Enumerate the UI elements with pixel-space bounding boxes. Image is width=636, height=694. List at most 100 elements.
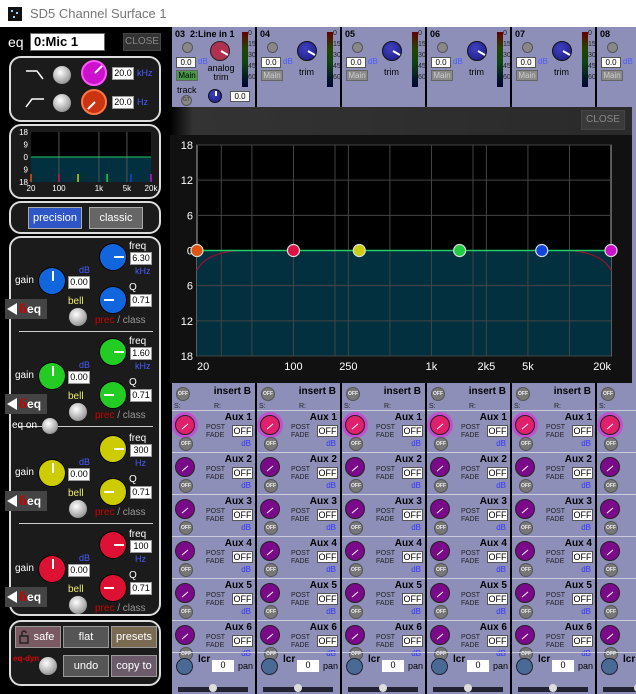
pan-slider[interactable] [518,684,588,692]
band-type-toggle[interactable] [69,596,87,614]
aux-off-button[interactable]: OFF [349,521,363,535]
aux-send-value[interactable]: OFF [317,635,338,647]
aux-off-button[interactable]: OFF [519,605,533,619]
post-fade-button[interactable]: POST FADE [291,508,310,524]
aux-off-button[interactable]: OFF [349,605,363,619]
aux-send-value[interactable]: OFF [317,551,338,563]
eq-dyn-toggle[interactable] [39,657,57,675]
aux-send-knob[interactable] [515,583,535,603]
aux-send-knob[interactable] [430,625,450,645]
aux-send-value[interactable]: OFF [317,593,338,605]
aux-send-value[interactable]: OFF [232,425,253,437]
trim-knob[interactable] [297,41,317,61]
post-fade-button[interactable]: POST FADE [461,634,480,650]
aux-off-button[interactable]: OFF [604,605,618,619]
gain-value[interactable]: 0.00 [68,564,90,577]
insert-off-button[interactable]: OFF [176,387,190,401]
phase-button[interactable] [352,42,363,53]
post-fade-button[interactable]: POST FADE [206,592,225,608]
precision-button[interactable]: precision [28,207,82,229]
gain-value[interactable]: 0.00 [68,276,90,289]
aux-send-knob[interactable] [260,625,280,645]
gain-knob[interactable] [39,460,65,486]
post-fade-button[interactable]: POST FADE [546,424,565,440]
pan-knob[interactable] [346,658,363,675]
post-fade-button[interactable]: POST FADE [461,550,480,566]
aux-send-value[interactable]: OFF [402,425,423,437]
lpf-freq-knob[interactable] [81,60,107,86]
aux-send-knob[interactable] [175,583,195,603]
aux-off-button[interactable]: OFF [604,521,618,535]
prec-class-toggle[interactable]: prec / class [95,507,146,518]
aux-send-value[interactable]: OFF [232,635,253,647]
aux-off-button[interactable]: OFF [604,563,618,577]
band-type-toggle[interactable] [69,308,87,326]
aux-send-value[interactable]: OFF [572,509,593,521]
presets-button[interactable]: presets [111,626,157,648]
q-value[interactable]: 0.71 [130,294,152,307]
aux-send-knob[interactable] [345,457,365,477]
aux-send-knob[interactable] [260,415,280,435]
aux-send-knob[interactable] [175,541,195,561]
pan-knob[interactable] [176,658,193,675]
aux-send-knob[interactable] [515,541,535,561]
band-type-toggle[interactable] [69,500,87,518]
aux-send-value[interactable]: OFF [402,551,423,563]
aux-send-value[interactable]: OFF [487,509,508,521]
aux-off-button[interactable]: OFF [179,437,193,451]
prec-class-toggle[interactable]: prec / class [95,410,146,421]
post-fade-button[interactable]: POST FADE [546,466,565,482]
aux-send-value[interactable]: OFF [572,551,593,563]
prec-class-toggle[interactable]: prec / class [95,603,146,614]
trim-knob[interactable] [552,41,572,61]
aux-send-knob[interactable] [515,499,535,519]
gain-value[interactable]: 0.0 [261,57,281,68]
band-point-band-3[interactable] [352,243,366,258]
post-fade-button[interactable]: POST FADE [461,466,480,482]
q-value[interactable]: 0.71 [130,582,152,595]
aux-send-knob[interactable] [600,625,620,645]
aux-off-button[interactable]: OFF [434,605,448,619]
pan-slider[interactable] [178,684,248,692]
aux-send-value[interactable]: OFF [402,467,423,479]
trim-value[interactable]: 0.0 [230,91,250,102]
q-knob[interactable] [100,575,126,601]
aux-send-knob[interactable] [260,583,280,603]
aux-off-button[interactable]: OFF [519,479,533,493]
pan-knob[interactable] [431,658,448,675]
post-fade-button[interactable]: POST FADE [461,508,480,524]
gain-value[interactable]: 0.00 [68,468,90,481]
aux-off-button[interactable]: OFF [349,479,363,493]
insert-off-button[interactable]: OFF [431,387,445,401]
aux-send-value[interactable]: OFF [402,509,423,521]
pan-slider-handle[interactable] [549,684,557,692]
aux-send-knob[interactable] [515,625,535,645]
aux-off-button[interactable]: OFF [604,437,618,451]
insert-off-button[interactable]: OFF [516,387,530,401]
lpf-toggle[interactable] [53,66,71,84]
aux-off-button[interactable]: OFF [264,605,278,619]
pan-slider-handle[interactable] [294,684,302,692]
band-type-toggle[interactable] [69,403,87,421]
overlay-close-button[interactable]: CLOSE [581,110,625,130]
aux-send-knob[interactable] [430,583,450,603]
aux-off-button[interactable]: OFF [264,521,278,535]
q-value[interactable]: 0.71 [130,389,152,402]
pan-value[interactable]: 0 [467,660,489,672]
band-point-hpf[interactable] [190,243,204,258]
aux-off-button[interactable]: OFF [604,479,618,493]
phase-button[interactable] [607,42,618,53]
hpf-freq-knob[interactable] [81,89,107,115]
freq-value[interactable]: 1.60 [130,347,152,360]
freq-knob[interactable] [100,244,126,270]
aux-send-value[interactable]: OFF [487,467,508,479]
post-fade-button[interactable]: POST FADE [376,508,395,524]
post-fade-button[interactable]: POST FADE [376,466,395,482]
delta-eq-button[interactable]: δeq [5,491,47,511]
analog-trim-knob[interactable] [210,41,230,61]
aux-off-button[interactable]: OFF [179,479,193,493]
post-fade-button[interactable]: POST FADE [376,424,395,440]
post-fade-button[interactable]: POST FADE [461,424,480,440]
post-fade-button[interactable]: POST FADE [546,550,565,566]
insert-off-button[interactable]: OFF [601,387,615,401]
